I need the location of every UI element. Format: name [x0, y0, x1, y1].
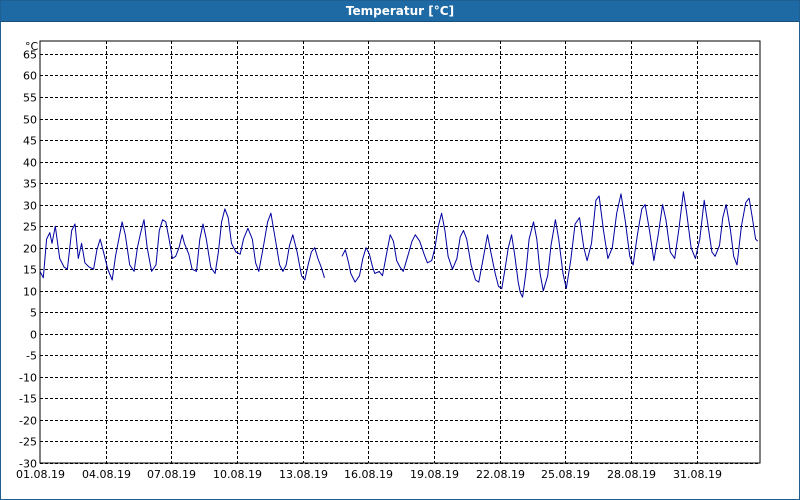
- y-tick-label: -10: [19, 372, 37, 385]
- x-tick-label: 28.08.19: [607, 468, 656, 481]
- y-tick-label: 0: [30, 329, 37, 342]
- x-tick-label: 25.08.19: [541, 468, 590, 481]
- y-tick-label: 30: [23, 200, 37, 213]
- x-tick-label: 31.08.19: [673, 468, 722, 481]
- y-tick-label: 5: [30, 307, 37, 320]
- y-tick-label: 25: [23, 221, 37, 234]
- y-tick-label: 10: [23, 286, 37, 299]
- temperature-chart: °C65605550454035302520151050-5-10-15-20-…: [16, 40, 761, 481]
- y-tick-label: 35: [23, 178, 37, 191]
- y-tick-label: -15: [19, 393, 37, 406]
- window-title: Temperatur [°C]: [1, 1, 799, 22]
- y-tick-label: 45: [23, 135, 37, 148]
- y-tick-label: 50: [23, 114, 37, 127]
- y-tick-label: -5: [26, 350, 37, 363]
- y-tick-label: -25: [19, 436, 37, 449]
- y-tick-label: 40: [23, 157, 37, 170]
- x-tick-label: 07.08.19: [147, 468, 196, 481]
- y-tick-label: 20: [23, 243, 37, 256]
- x-tick-label: 16.08.19: [344, 468, 393, 481]
- y-tick-label: 15: [23, 264, 37, 277]
- x-tick-label: 04.08.19: [82, 468, 131, 481]
- x-tick-label: 10.08.19: [213, 468, 262, 481]
- y-tick-label: 55: [23, 92, 37, 105]
- y-tick-label: -20: [19, 415, 37, 428]
- x-tick-label: 01.08.19: [16, 468, 65, 481]
- chart-window: Temperatur [°C] °C 65 60 55 50 45 40 35 30 25 20 15…: [0, 0, 800, 500]
- y-tick-label: 60: [23, 70, 37, 83]
- x-tick-label: 13.08.19: [279, 468, 328, 481]
- x-tick-label: 22.08.19: [476, 468, 525, 481]
- x-tick-label: 19.08.19: [410, 468, 459, 481]
- y-tick-label: 65: [23, 49, 37, 62]
